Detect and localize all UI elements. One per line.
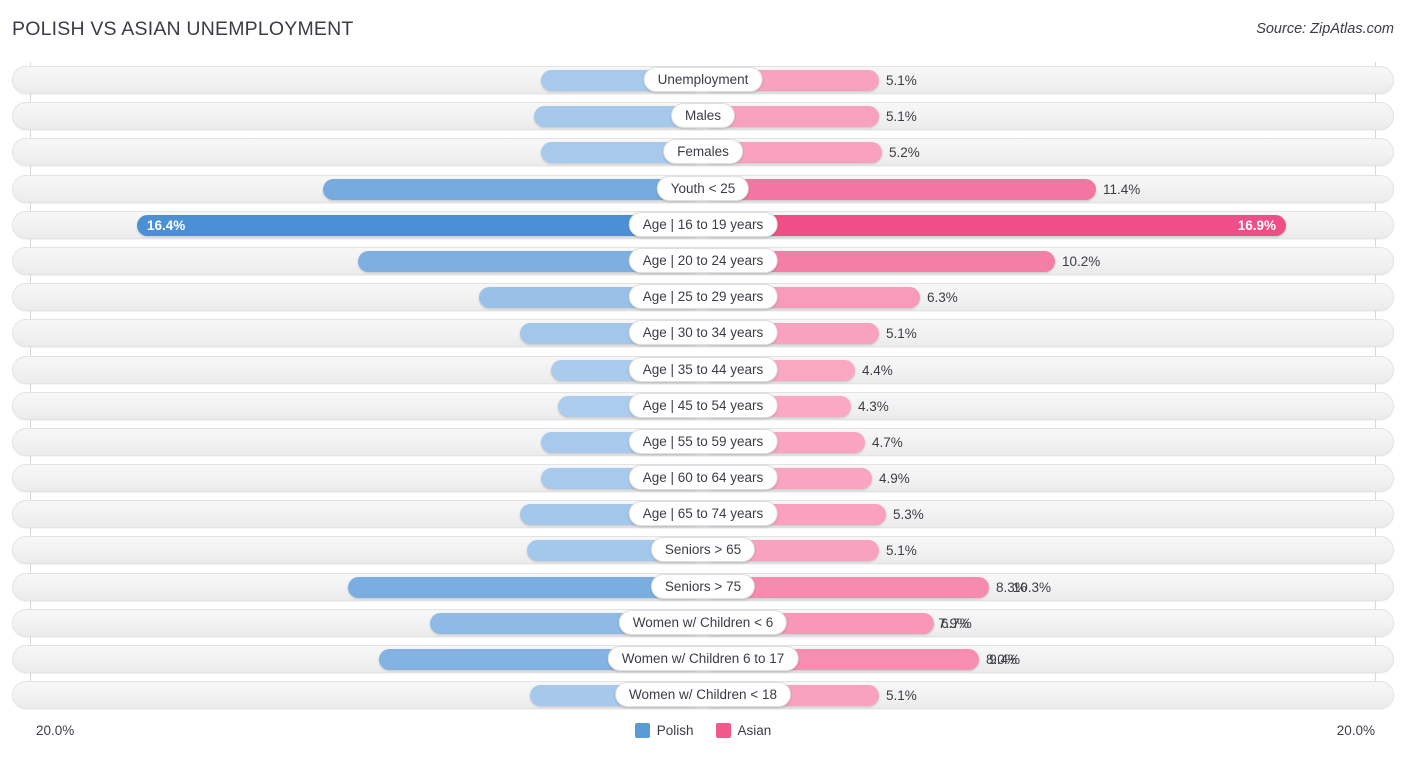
value-label-asian: 5.1% xyxy=(886,688,917,704)
category-label: Age | 55 to 59 years xyxy=(628,428,778,454)
chart-row: 4.4%4.4%Age | 35 to 44 years xyxy=(0,352,1406,388)
category-label: Age | 60 to 64 years xyxy=(628,465,778,491)
chart-root: POLISH VS ASIAN UNEMPLOYMENT Source: Zip… xyxy=(0,0,1406,757)
bar-asian xyxy=(703,178,1096,200)
value-label-asian: 5.2% xyxy=(889,145,920,161)
category-label: Women w/ Children < 18 xyxy=(615,682,791,708)
category-label: Age | 25 to 29 years xyxy=(628,284,778,310)
chart-row: 4.7%5.2%Females xyxy=(0,134,1406,170)
legend-swatch-polish xyxy=(634,723,650,738)
chart-row: 9.4% 8.0% Women w/ Children 6 to 17 xyxy=(0,641,1406,677)
chart-row: 5.3%5.3%Age | 65 to 74 years xyxy=(0,496,1406,532)
legend-label: Polish xyxy=(656,723,694,738)
category-label: Age | 65 to 74 years xyxy=(628,501,778,527)
chart-row: 4.7%4.9%Age | 60 to 64 years xyxy=(0,460,1406,496)
value-label-asian: 10.2% xyxy=(1062,253,1101,269)
value-label-asian: 8.0% xyxy=(986,652,1017,667)
value-label-asian: 4.9% xyxy=(879,471,910,487)
value-label-asian: 6.7% xyxy=(941,615,972,631)
value-label-asian: 5.1% xyxy=(886,326,917,342)
category-label: Age | 35 to 44 years xyxy=(628,356,778,382)
chart-row: 10.3% 8.3% Seniors > 75 xyxy=(0,569,1406,605)
bar-polish xyxy=(348,576,703,598)
page-title: POLISH VS ASIAN UNEMPLOYMENT xyxy=(12,18,354,40)
value-label-asian: 5.3% xyxy=(893,507,924,523)
value-label-asian: 6.3% xyxy=(927,290,958,306)
value-label-asian: 4.4% xyxy=(862,362,893,378)
chart-row: 6.5%6.3%Age | 25 to 29 years xyxy=(0,279,1406,315)
chart-row: 4.9%5.1%Males xyxy=(0,98,1406,134)
category-label: Youth < 25 xyxy=(656,175,750,201)
category-label: Age | 16 to 19 years xyxy=(628,211,778,237)
chart-row: 16.4% 16.9% Age | 16 to 19 years xyxy=(0,207,1406,243)
value-label-asian: 11.4% xyxy=(1103,181,1141,197)
chart-footer: 20.0% 20.0% Polish Asian xyxy=(0,717,1406,757)
chart-row: 5.3%5.1%Age | 30 to 34 years xyxy=(0,315,1406,351)
chart-row: 4.7%4.7%Age | 55 to 59 years xyxy=(0,424,1406,460)
chart-legend: Polish Asian xyxy=(0,723,1406,738)
value-label-asian: 4.3% xyxy=(858,398,889,414)
bar-polish xyxy=(137,214,703,236)
value-label-asian: 8.3% xyxy=(996,579,1027,595)
value-label-asian: 5.1% xyxy=(886,109,917,125)
value-label-asian: 5.1% xyxy=(886,543,917,559)
value-label-asian: 4.7% xyxy=(872,434,903,450)
chart-row: 4.2%4.3%Age | 45 to 54 years xyxy=(0,388,1406,424)
category-label: Age | 45 to 54 years xyxy=(628,392,778,418)
category-label: Women w/ Children < 6 xyxy=(618,609,788,635)
legend-item[interactable]: Polish xyxy=(634,723,694,738)
legend-item[interactable]: Asian xyxy=(715,723,772,738)
chart-row: 5.1%5.1%Seniors > 65 xyxy=(0,532,1406,568)
category-label: Seniors > 65 xyxy=(650,537,756,563)
source-attribution: Source: ZipAtlas.com xyxy=(1256,21,1394,37)
category-label: Males xyxy=(670,103,736,129)
chart-row: 4.7%5.1%Unemployment xyxy=(0,62,1406,98)
chart-header: POLISH VS ASIAN UNEMPLOYMENT Source: Zip… xyxy=(0,0,1406,60)
chart-row: 5.0%5.1%Women w/ Children < 18 xyxy=(0,677,1406,713)
chart-plot-area: 4.7%5.1%Unemployment4.9%5.1%Males4.7%5.2… xyxy=(0,62,1406,717)
category-label: Age | 30 to 34 years xyxy=(628,320,778,346)
category-label: Age | 20 to 24 years xyxy=(628,247,778,273)
legend-label: Asian xyxy=(737,723,772,738)
chart-row: 10.0%10.2%Age | 20 to 24 years xyxy=(0,243,1406,279)
bar-asian xyxy=(703,214,1286,236)
category-label: Women w/ Children 6 to 17 xyxy=(607,646,799,671)
value-label-asian: 16.9% xyxy=(1237,217,1276,233)
category-label: Unemployment xyxy=(643,67,763,92)
legend-swatch-asian xyxy=(715,723,731,738)
bar-polish xyxy=(323,178,703,200)
category-label: Seniors > 75 xyxy=(650,573,756,599)
category-label: Females xyxy=(663,139,743,165)
chart-row: 7.9% 6.7% Women w/ Children < 6 xyxy=(0,605,1406,641)
value-label-asian: 5.1% xyxy=(886,73,917,88)
chart-row: 11.0%11.4%Youth < 25 xyxy=(0,171,1406,207)
value-label-polish: 16.4% xyxy=(147,217,186,233)
